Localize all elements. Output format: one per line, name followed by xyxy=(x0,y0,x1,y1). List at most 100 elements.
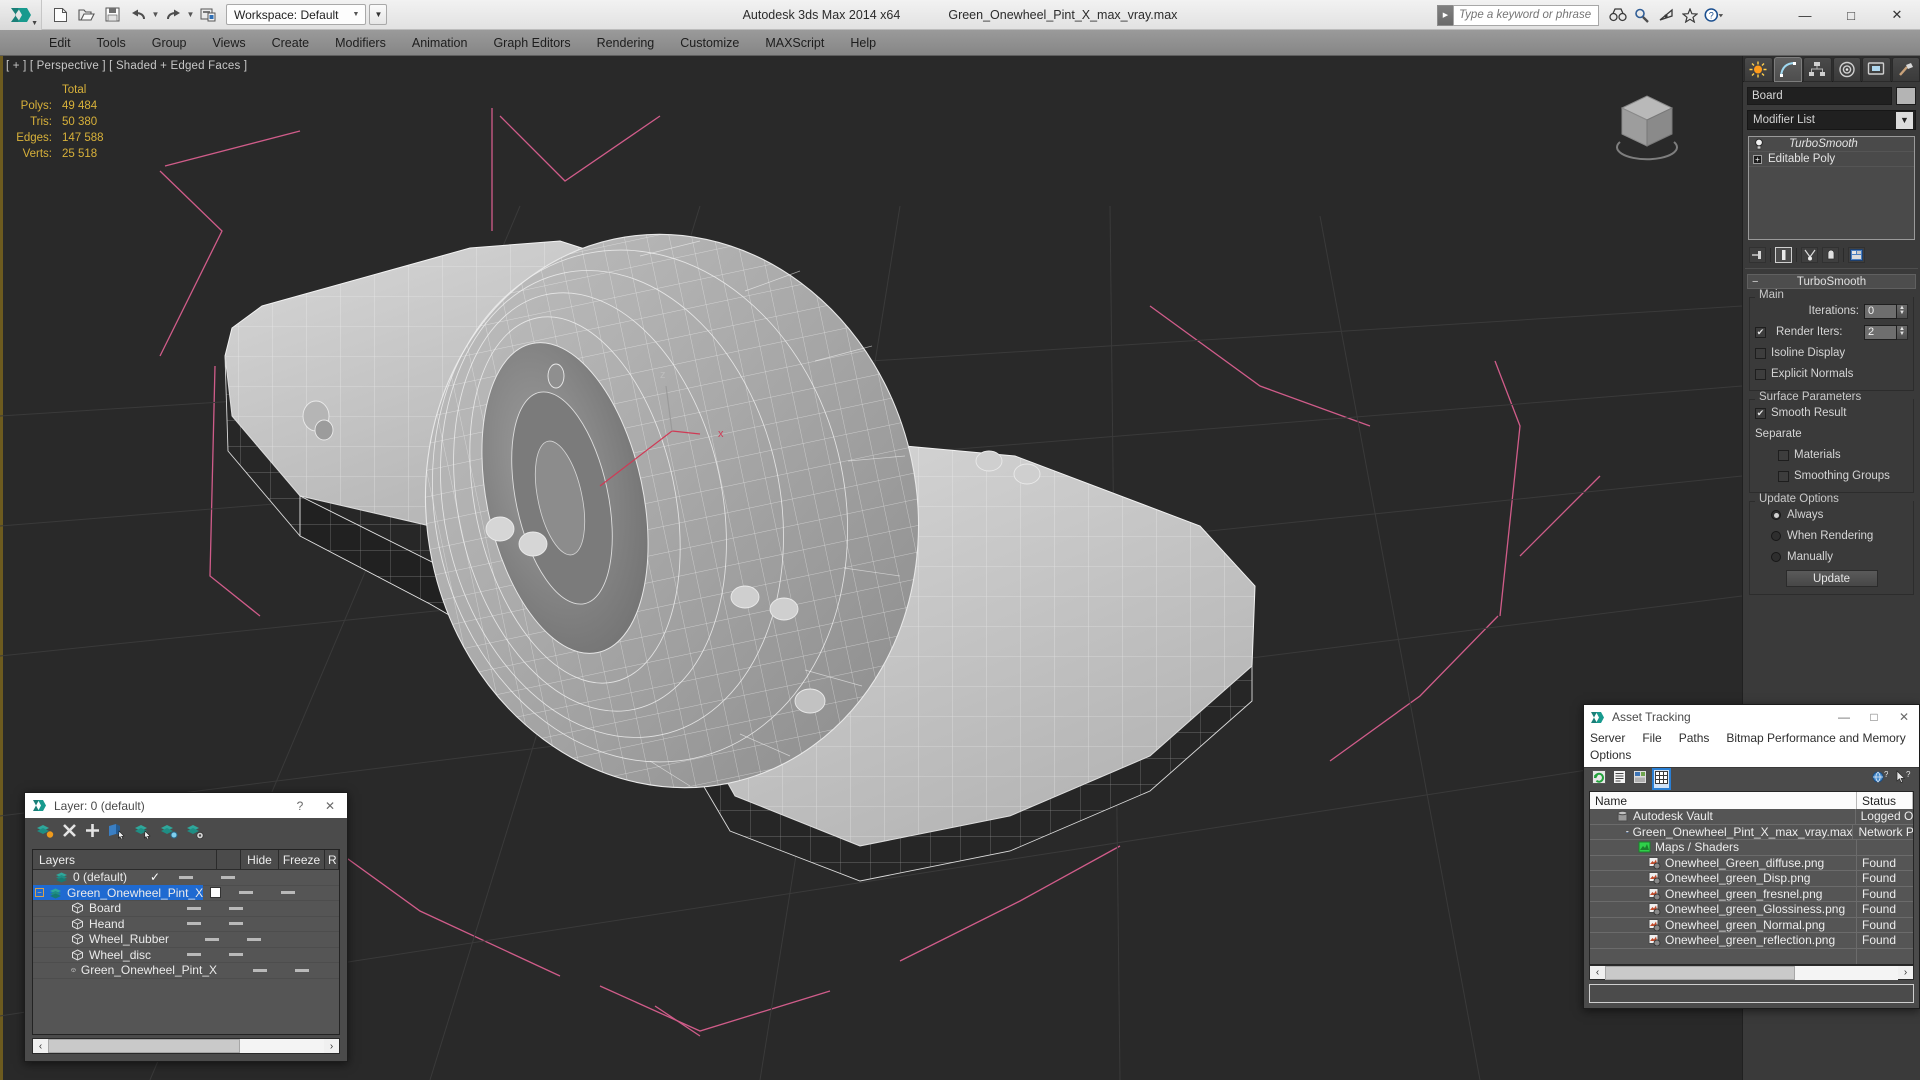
favorites-star-icon[interactable] xyxy=(1680,5,1700,25)
thumbnail-view-icon[interactable] xyxy=(1633,770,1647,787)
scroll-right-arrow-icon[interactable]: › xyxy=(1898,966,1913,980)
isoline-display-checkbox[interactable] xyxy=(1755,347,1766,359)
iterations-value[interactable]: 0 xyxy=(1864,303,1897,319)
object-color-swatch[interactable] xyxy=(1896,87,1916,105)
save-file-icon[interactable] xyxy=(100,3,124,27)
layer-col-freeze[interactable]: Freeze xyxy=(279,850,325,869)
layer-grid[interactable]: Layers Hide Freeze R 0 (default) ✓ − Gre… xyxy=(32,849,340,1035)
layer-name-cell[interactable]: Board xyxy=(33,901,151,916)
layer-row[interactable]: 0 (default) ✓ xyxy=(33,870,339,886)
asset-horizontal-scrollbar[interactable]: ‹ › xyxy=(1589,965,1914,980)
menu-maxscript[interactable]: MAXScript xyxy=(752,30,837,56)
spinner-arrows-icon[interactable]: ▲ ▼ xyxy=(1897,324,1908,340)
isoline-display-row[interactable]: Isoline Display xyxy=(1755,344,1908,362)
layer-row[interactable]: Board xyxy=(33,901,339,917)
always-radio-row[interactable]: Always xyxy=(1755,506,1908,524)
lightbulb-icon[interactable] xyxy=(1753,138,1765,150)
stack-item-editable-poly[interactable]: + Editable Poly xyxy=(1749,152,1914,167)
asset-name-cell[interactable]: Onewheel_Green_diffuse.png xyxy=(1590,855,1857,870)
layer-name-cell[interactable]: − Green_Onewheel_Pint_X xyxy=(33,885,204,901)
search-expand-arrow-icon[interactable]: ▶ xyxy=(1437,4,1453,26)
when-rendering-radio[interactable] xyxy=(1771,531,1781,541)
layer-hide-toggle[interactable] xyxy=(175,922,213,926)
minimize-button[interactable]: — xyxy=(1782,0,1828,30)
layer-col-current[interactable] xyxy=(217,850,241,869)
asset-row[interactable]: Onewheel_green_Normal.png Found xyxy=(1590,917,1913,933)
update-button[interactable]: Update xyxy=(1785,570,1878,587)
layer-hide-toggle[interactable] xyxy=(193,937,231,941)
layer-hide-toggle[interactable] xyxy=(241,968,279,972)
asset-name-cell[interactable]: Onewheel_green_Disp.png xyxy=(1590,871,1857,886)
asset-minimize-button[interactable]: — xyxy=(1829,705,1859,729)
menu-modifiers[interactable]: Modifiers xyxy=(322,30,399,56)
hierarchy-tab[interactable] xyxy=(1803,57,1832,82)
workspace-dropdown-button[interactable]: ▼ xyxy=(369,4,388,25)
layer-name-cell[interactable]: Green_Onewheel_Pint_X xyxy=(33,963,217,978)
project-folder-icon[interactable] xyxy=(196,3,220,27)
asset-name-cell[interactable]: Autodesk Vault xyxy=(1590,809,1856,824)
layer-col-hide[interactable]: Hide xyxy=(241,850,279,869)
explicit-normals-row[interactable]: Explicit Normals xyxy=(1755,365,1908,383)
workspace-selector[interactable]: Workspace: Default ▼ xyxy=(226,4,367,25)
asset-row[interactable]: Autodesk Vault Logged O xyxy=(1590,809,1913,825)
scroll-thumb[interactable] xyxy=(48,1039,240,1053)
satellite-icon[interactable] xyxy=(1656,5,1676,25)
smoothing-groups-row[interactable]: Smoothing Groups xyxy=(1755,467,1908,485)
pin-stack-icon[interactable] xyxy=(1749,246,1766,263)
iterations-spinner[interactable]: 0 ▲ ▼ xyxy=(1864,303,1908,319)
menu-rendering[interactable]: Rendering xyxy=(584,30,668,56)
scroll-track[interactable] xyxy=(48,1039,324,1053)
layer-freeze-toggle[interactable] xyxy=(265,891,311,895)
scroll-left-arrow-icon[interactable]: ‹ xyxy=(33,1039,48,1053)
show-end-result-icon[interactable] xyxy=(1775,246,1792,263)
manually-radio-row[interactable]: Manually xyxy=(1755,548,1908,566)
layer-freeze-toggle[interactable] xyxy=(205,875,251,879)
render-iters-checkbox[interactable]: ✔ xyxy=(1755,326,1766,338)
menu-group[interactable]: Group xyxy=(139,30,200,56)
select-objects-in-layer-icon[interactable] xyxy=(108,823,126,842)
modify-tab[interactable] xyxy=(1773,57,1802,82)
asset-row[interactable]: Maps / Shaders xyxy=(1590,840,1913,856)
search-input[interactable] xyxy=(1453,4,1599,26)
grid-view-icon[interactable] xyxy=(1652,767,1671,790)
menu-customize[interactable]: Customize xyxy=(667,30,752,56)
scroll-track[interactable] xyxy=(1605,965,1898,980)
layer-freeze-toggle[interactable] xyxy=(279,968,325,972)
layer-col-layers[interactable]: Layers xyxy=(33,850,217,869)
modifier-stack[interactable]: TurboSmooth + Editable Poly xyxy=(1748,136,1915,240)
scroll-right-arrow-icon[interactable]: › xyxy=(324,1039,339,1053)
undo-icon[interactable] xyxy=(126,3,150,27)
expand-plus-icon[interactable]: + xyxy=(1753,154,1762,164)
layer-freeze-toggle[interactable] xyxy=(213,922,259,926)
layer-name-cell[interactable]: Wheel_disc xyxy=(33,947,151,962)
scroll-thumb[interactable] xyxy=(1605,965,1795,980)
asset-name-cell[interactable]: Maps / Shaders xyxy=(1590,840,1857,855)
search-binoculars-icon[interactable] xyxy=(1608,5,1628,25)
viewport-label[interactable]: [ + ] [ Perspective ] [ Shaded + Edged F… xyxy=(6,60,247,72)
network-help-icon[interactable]: ? xyxy=(1872,770,1889,788)
layer-expander-minus-icon[interactable]: − xyxy=(35,888,44,898)
layer-row[interactable]: Green_Onewheel_Pint_X xyxy=(33,963,339,979)
menu-edit[interactable]: Edit xyxy=(36,30,84,56)
add-selection-to-layer-icon[interactable] xyxy=(85,823,100,841)
redo-icon[interactable] xyxy=(161,3,185,27)
asset-menu-paths[interactable]: Paths xyxy=(1679,731,1710,745)
asset-maximize-button[interactable]: □ xyxy=(1859,705,1889,729)
make-unique-icon[interactable] xyxy=(1801,246,1818,263)
layer-name-cell[interactable]: Wheel_Rubber xyxy=(33,932,169,947)
remove-modifier-icon[interactable] xyxy=(1822,246,1839,263)
layer-freeze-toggle[interactable] xyxy=(213,953,259,957)
layer-name-cell[interactable]: 0 (default) xyxy=(33,870,143,885)
layer-freeze-toggle[interactable] xyxy=(231,937,277,941)
highlight-selected-objects-icon[interactable] xyxy=(160,823,178,842)
menu-help[interactable]: Help xyxy=(837,30,889,56)
layer-horizontal-scrollbar[interactable]: ‹ › xyxy=(32,1038,340,1054)
menu-views[interactable]: Views xyxy=(199,30,258,56)
manually-radio[interactable] xyxy=(1771,552,1781,562)
layer-row[interactable]: Heand xyxy=(33,917,339,932)
close-button[interactable]: ✕ xyxy=(1874,0,1920,30)
layer-hide-toggle[interactable] xyxy=(175,953,213,957)
menu-tools[interactable]: Tools xyxy=(84,30,139,56)
asset-name-cell[interactable]: Onewheel_green_fresnel.png xyxy=(1590,886,1857,901)
menu-create[interactable]: Create xyxy=(259,30,323,56)
